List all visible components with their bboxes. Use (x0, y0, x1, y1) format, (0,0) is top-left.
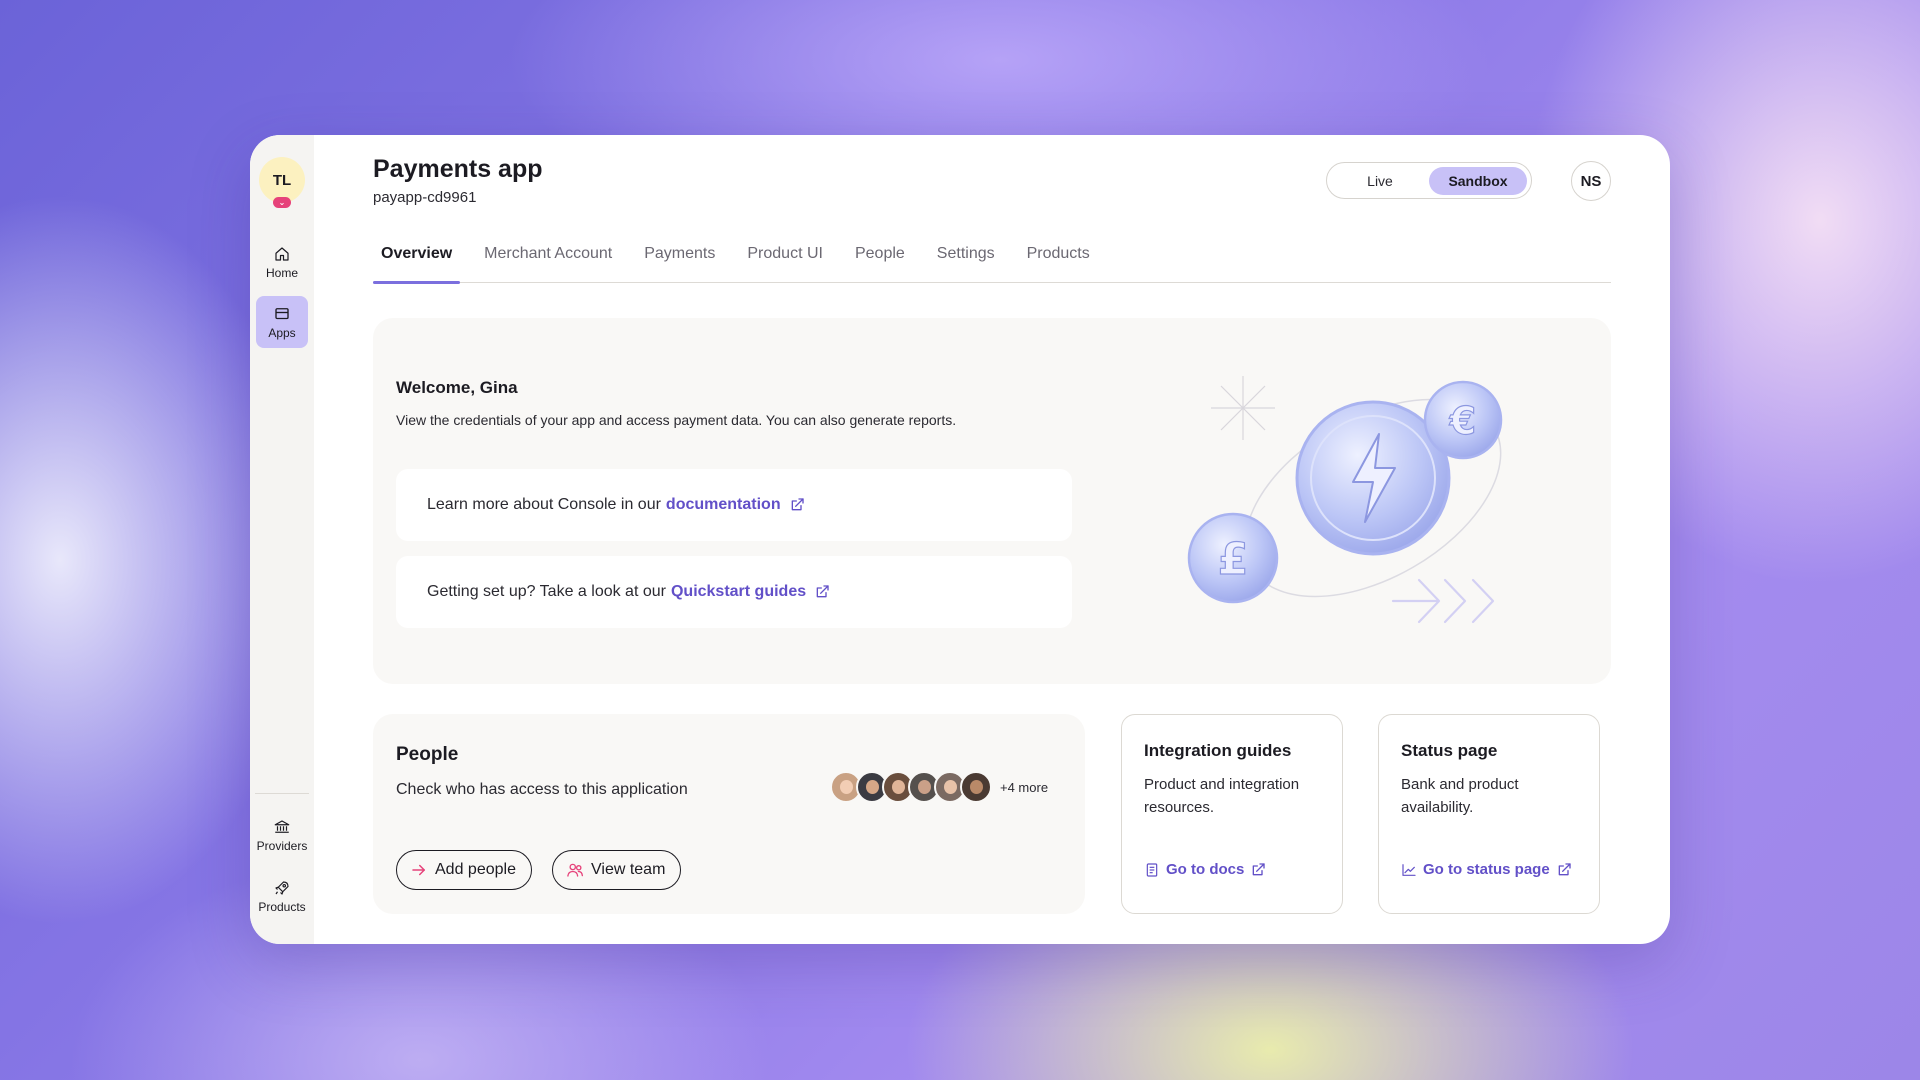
tab-product-ui[interactable]: Product UI (739, 235, 831, 283)
people-description: Check who has access to this application (396, 781, 688, 798)
more-people-count: +4 more (1000, 779, 1049, 795)
external-link-icon (1558, 862, 1571, 875)
app-window: TL ⌄ Home Apps Providers Products Paymen… (250, 135, 1670, 944)
status-page-card: Status page Bank and product availabilit… (1378, 714, 1600, 914)
go-to-docs-link[interactable]: Go to docs (1144, 861, 1266, 878)
integration-guides-card: Integration guides Product and integrati… (1121, 714, 1343, 914)
welcome-description: View the credentials of your app and acc… (396, 412, 957, 428)
go-to-docs-label: Go to docs (1166, 861, 1245, 878)
home-icon (275, 247, 289, 261)
tab-overview[interactable]: Overview (373, 235, 461, 284)
sidebar-item-label: Home (265, 266, 298, 280)
app-id: payapp-cd9961 (373, 189, 477, 206)
sidebar-item-apps[interactable]: Apps (256, 296, 308, 348)
bank-icon (274, 820, 290, 833)
team-avatars[interactable]: +4 more (830, 771, 1048, 803)
sidebar-item-home[interactable]: Home (256, 239, 308, 286)
sidebar-item-label: Providers (256, 839, 308, 853)
tab-settings[interactable]: Settings (929, 235, 1003, 283)
tab-products[interactable]: Products (1019, 235, 1098, 283)
tab-merchant-account[interactable]: Merchant Account (476, 235, 620, 283)
sidebar-divider (255, 793, 309, 794)
tab-people[interactable]: People (847, 235, 913, 283)
add-people-button[interactable]: Add people (396, 850, 532, 890)
workspace-avatar[interactable]: TL ⌄ (259, 157, 305, 208)
sidebar-item-providers[interactable]: Providers (256, 812, 308, 859)
quickstart-link-text: Getting set up? Take a look at our (427, 583, 666, 600)
integration-title: Integration guides (1144, 741, 1292, 760)
go-to-status-page-link[interactable]: Go to status page (1401, 861, 1572, 878)
page-title: Payments app (373, 155, 543, 183)
svg-text:£: £ (1218, 534, 1249, 585)
documentation-link-card: Learn more about Console in our document… (396, 469, 1072, 541)
sidebar-item-label: Products (258, 900, 306, 914)
users-icon (567, 863, 584, 877)
document-icon (1146, 862, 1158, 877)
rocket-icon (275, 881, 289, 895)
chevron-down-icon: ⌄ (273, 197, 291, 208)
go-to-status-page-label: Go to status page (1423, 861, 1550, 878)
mode-live-option[interactable]: Live (1331, 167, 1429, 195)
coins-illustration: € £ (1187, 376, 1503, 624)
sidebar-item-label: Apps (268, 325, 296, 340)
integration-description: Product and integration resources. (1144, 776, 1300, 816)
welcome-card: Welcome, Gina View the credentials of yo… (373, 318, 1611, 684)
avatar (960, 771, 992, 803)
view-team-label: View team (591, 861, 666, 878)
workspace-initials: TL (272, 171, 292, 189)
view-team-button[interactable]: View team (552, 850, 682, 890)
status-title: Status page (1401, 741, 1498, 760)
line-chart-icon (1402, 863, 1416, 876)
chevrons-right-icon (1391, 578, 1495, 624)
mode-sandbox-option[interactable]: Sandbox (1429, 166, 1527, 195)
quickstart-guides-link[interactable]: Quickstart guides (671, 583, 806, 601)
tab-bar: Overview Merchant Account Payments Produ… (373, 235, 1611, 284)
external-link-icon (1253, 862, 1266, 875)
people-card: People Check who has access to this appl… (373, 714, 1085, 914)
apps-icon (275, 307, 289, 319)
welcome-title: Welcome, Gina (396, 378, 518, 397)
external-link-icon[interactable] (789, 497, 805, 513)
tab-payments[interactable]: Payments (636, 235, 723, 283)
sidebar: TL ⌄ Home Apps Providers Products (250, 135, 314, 944)
status-description: Bank and product availability. (1401, 776, 1519, 816)
sidebar-item-products[interactable]: Products (256, 873, 308, 920)
documentation-link-text: Learn more about Console in our (427, 496, 661, 513)
add-people-label: Add people (435, 861, 516, 878)
quickstart-link-card: Getting set up? Take a look at our Quick… (396, 556, 1072, 628)
sparkle-icon (1211, 376, 1275, 440)
external-link-icon[interactable] (814, 584, 830, 600)
user-avatar[interactable]: NS (1571, 161, 1611, 201)
documentation-link[interactable]: documentation (666, 496, 781, 514)
svg-text:€: € (1449, 399, 1476, 443)
mode-toggle: Live Sandbox (1326, 162, 1532, 199)
arrow-right-icon (412, 864, 425, 876)
people-title: People (396, 744, 459, 765)
